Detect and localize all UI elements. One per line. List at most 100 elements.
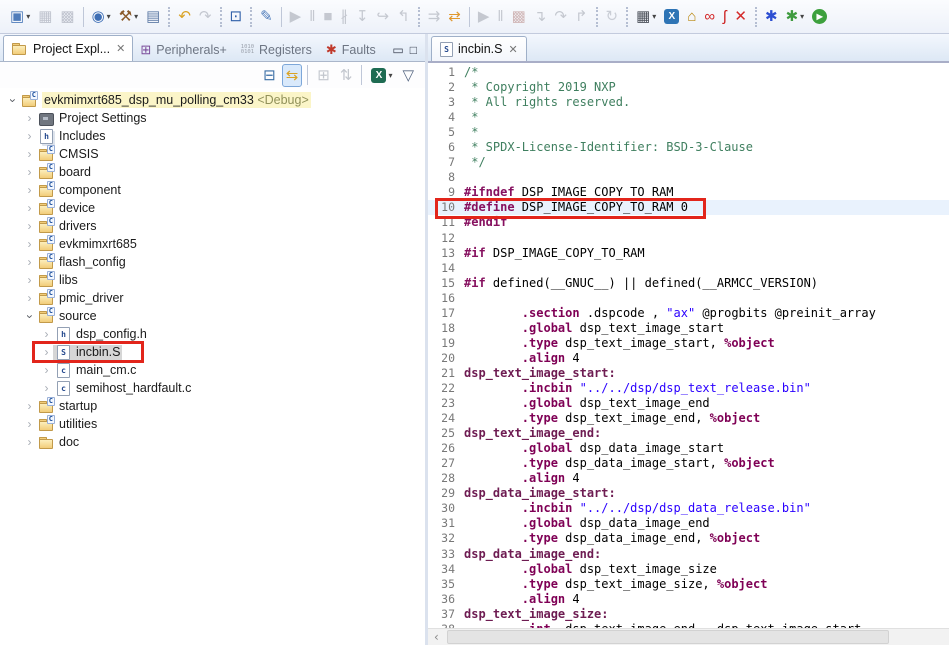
expand-arrow-icon[interactable]: › xyxy=(23,148,36,161)
expand-arrow-icon[interactable]: › xyxy=(23,130,36,143)
undo-button[interactable]: ↶ xyxy=(175,5,194,29)
line-number[interactable]: 4 xyxy=(433,110,455,125)
tree-item-cmsis[interactable]: ›CCMSIS xyxy=(0,145,425,163)
tab-peripherals[interactable]: ⊞Peripherals+ xyxy=(133,38,233,61)
code-line-5[interactable]: 5 * xyxy=(428,125,949,140)
expand-arrow-icon[interactable]: › xyxy=(40,328,53,341)
tree-item-drivers[interactable]: ›Cdrivers xyxy=(0,217,425,235)
terminate-remove-button[interactable]: ✕ xyxy=(731,5,750,29)
code-line-15[interactable]: 15#if defined(__GNUC__) || defined(__ARM… xyxy=(428,276,949,291)
tree-item-project-settings[interactable]: ›Project Settings xyxy=(0,109,425,127)
code-line-23[interactable]: 23 .global dsp_text_image_end xyxy=(428,396,949,411)
code-line-32[interactable]: 32 .type dsp_data_image_end, %object xyxy=(428,531,949,546)
code-line-21[interactable]: 21dsp_text_image_start: xyxy=(428,366,949,381)
close-icon[interactable]: ✕ xyxy=(116,42,125,55)
code-line-34[interactable]: 34 .global dsp_text_image_size xyxy=(428,562,949,577)
tree-item-main-cm-c[interactable]: ›cmain_cm.c xyxy=(0,361,425,379)
mcu-settings-button[interactable]: ▦▾ xyxy=(633,5,659,29)
line-number[interactable]: 27 xyxy=(433,456,455,471)
scrollbar-thumb[interactable] xyxy=(447,630,889,644)
code-line-33[interactable]: 33dsp_data_image_end: xyxy=(428,547,949,562)
code-line-3[interactable]: 3 * All rights reserved. xyxy=(428,95,949,110)
tree-item-startup[interactable]: ›Cstartup xyxy=(0,397,425,415)
code-line-16[interactable]: 16 xyxy=(428,291,949,306)
tree-item-evkmimxrt685[interactable]: ›Cevkmimxrt685 xyxy=(0,235,425,253)
new-wizard-button[interactable]: ▣▾ xyxy=(7,5,33,29)
link-with-editor-button[interactable]: ⇆ xyxy=(282,64,303,87)
code-line-35[interactable]: 35 .type dsp_text_image_size, %object xyxy=(428,577,949,592)
code-line-17[interactable]: 17 .section .dspcode , "ax" @progbits @p… xyxy=(428,306,949,321)
line-number[interactable]: 9 xyxy=(433,185,455,200)
tree-item-doc[interactable]: ›doc xyxy=(0,433,425,451)
line-number[interactable]: 36 xyxy=(433,592,455,607)
code-line-12[interactable]: 12 xyxy=(428,231,949,246)
code-line-13[interactable]: 13#if DSP_IMAGE_COPY_TO_RAM xyxy=(428,246,949,261)
code-line-8[interactable]: 8 xyxy=(428,170,949,185)
tab-faults[interactable]: ✱Faults xyxy=(319,38,383,61)
code-line-1[interactable]: 1/* xyxy=(428,65,949,80)
mark-occurrences-button[interactable]: ✎ xyxy=(257,5,276,29)
maximize-icon[interactable]: □ xyxy=(410,43,417,57)
horizontal-scrollbar[interactable]: ‹ xyxy=(428,628,949,645)
expand-arrow-icon[interactable]: › xyxy=(23,400,36,413)
dropdown-arrow-icon[interactable]: ▾ xyxy=(134,12,138,21)
line-number[interactable]: 16 xyxy=(433,291,455,306)
code-line-20[interactable]: 20 .align 4 xyxy=(428,351,949,366)
run-button[interactable]: ▶ xyxy=(809,5,830,29)
code-line-22[interactable]: 22 .incbin "../../dsp/dsp_text_release.b… xyxy=(428,381,949,396)
tree-item-device[interactable]: ›Cdevice xyxy=(0,199,425,217)
line-number[interactable]: 29 xyxy=(433,486,455,501)
tree-item-incbin-s[interactable]: ›Sincbin.S xyxy=(0,343,425,361)
line-number[interactable]: 25 xyxy=(433,426,455,441)
line-number[interactable]: 20 xyxy=(433,351,455,366)
line-number[interactable]: 32 xyxy=(433,531,455,546)
expand-arrow-icon[interactable]: › xyxy=(23,274,36,287)
tab-project-explorer[interactable]: Project Expl...✕ xyxy=(3,35,133,61)
code-line-9[interactable]: 9#ifndef DSP_IMAGE_COPY_TO_RAM xyxy=(428,185,949,200)
code-line-24[interactable]: 24 .type dsp_text_image_end, %object xyxy=(428,411,949,426)
line-number[interactable]: 2 xyxy=(433,80,455,95)
expand-arrow-icon[interactable]: › xyxy=(23,238,36,251)
code-line-4[interactable]: 4 * xyxy=(428,110,949,125)
line-number[interactable]: 15 xyxy=(433,276,455,291)
code-line-18[interactable]: 18 .global dsp_text_image_start xyxy=(428,321,949,336)
expand-arrow-icon[interactable]: › xyxy=(23,436,36,449)
tree-item-includes[interactable]: ›hIncludes xyxy=(0,127,425,145)
code-line-14[interactable]: 14 xyxy=(428,261,949,276)
line-number[interactable]: 12 xyxy=(433,231,455,246)
build-button[interactable]: ⚒▾ xyxy=(116,5,141,29)
code-line-29[interactable]: 29dsp_data_image_start: xyxy=(428,486,949,501)
line-number[interactable]: 14 xyxy=(433,261,455,276)
dropdown-arrow-icon[interactable]: ▾ xyxy=(26,12,30,21)
expand-arrow-icon[interactable]: › xyxy=(23,418,36,431)
line-number[interactable]: 13 xyxy=(433,246,455,261)
code-line-7[interactable]: 7 */ xyxy=(428,155,949,170)
new-project-button[interactable]: ◉▾ xyxy=(89,5,114,29)
code-line-36[interactable]: 36 .align 4 xyxy=(428,592,949,607)
close-icon[interactable]: ✕ xyxy=(508,43,517,56)
line-number[interactable]: 30 xyxy=(433,501,455,516)
line-number[interactable]: 26 xyxy=(433,441,455,456)
code-line-30[interactable]: 30 .incbin "../../dsp/dsp_data_release.b… xyxy=(428,501,949,516)
editor-tab-incbin[interactable]: S incbin.S ✕ xyxy=(431,36,527,61)
debug-button[interactable]: ✱ xyxy=(762,5,781,29)
tree-item-libs[interactable]: ›Clibs xyxy=(0,271,425,289)
expand-arrow-icon[interactable]: › xyxy=(23,220,36,233)
expand-arrow-icon[interactable]: › xyxy=(23,292,36,305)
red-boot-button[interactable]: ʃ xyxy=(720,5,729,29)
expand-arrow-icon[interactable]: › xyxy=(23,184,36,197)
code-line-11[interactable]: 11#endif xyxy=(428,215,949,230)
dropdown-arrow-icon[interactable]: ▾ xyxy=(800,12,804,21)
line-number[interactable]: 33 xyxy=(433,547,455,562)
line-number[interactable]: 7 xyxy=(433,155,455,170)
line-number[interactable]: 21 xyxy=(433,366,455,381)
code-line-2[interactable]: 2 * Copyright 2019 NXP xyxy=(428,80,949,95)
console-button[interactable]: ⊡ xyxy=(227,5,246,29)
line-number[interactable]: 8 xyxy=(433,170,455,185)
expand-arrow-icon[interactable]: › xyxy=(23,256,36,269)
tree-item-board[interactable]: ›Cboard xyxy=(0,163,425,181)
expand-arrow-icon[interactable]: › xyxy=(23,112,36,125)
line-number[interactable]: 19 xyxy=(433,336,455,351)
ide-home-button[interactable]: ⌂ xyxy=(684,5,699,29)
tree-item-component[interactable]: ›Ccomponent xyxy=(0,181,425,199)
